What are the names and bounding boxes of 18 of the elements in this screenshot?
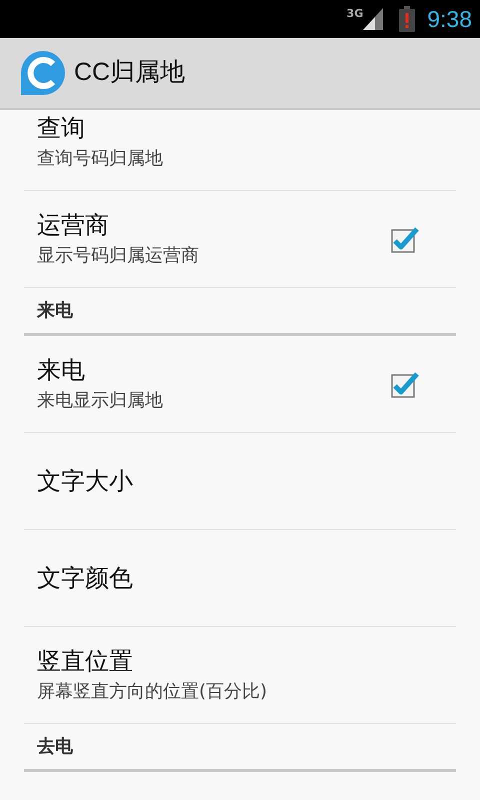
setting-summary: 查询号码归属地 xyxy=(37,146,163,170)
setting-title[interactable]: 文字颜色 xyxy=(37,564,133,592)
category-header: 来电 xyxy=(37,299,73,323)
setting-title[interactable]: 运营商 xyxy=(37,210,199,240)
setting-summary: 显示号码归属运营商 xyxy=(37,244,199,268)
setting-summary: 屏幕竖直方向的位置(百分比) xyxy=(37,680,268,704)
battery-icon xyxy=(399,6,416,32)
signal-icon xyxy=(363,8,384,30)
app-title: CC归属地 xyxy=(74,57,186,88)
setting-summary: 来电显示归属地 xyxy=(37,388,163,412)
app-logo-icon xyxy=(20,50,66,96)
setting-title[interactable]: 查询 xyxy=(37,114,163,143)
setting-title[interactable]: 来电 xyxy=(37,356,163,385)
clock: 9:38 xyxy=(427,4,472,34)
setting-title[interactable]: 竖直位置 xyxy=(37,646,268,676)
category-header: 去电 xyxy=(37,735,73,759)
setting-title[interactable]: 文字大小 xyxy=(37,466,133,496)
network-type: 3G xyxy=(346,6,364,22)
